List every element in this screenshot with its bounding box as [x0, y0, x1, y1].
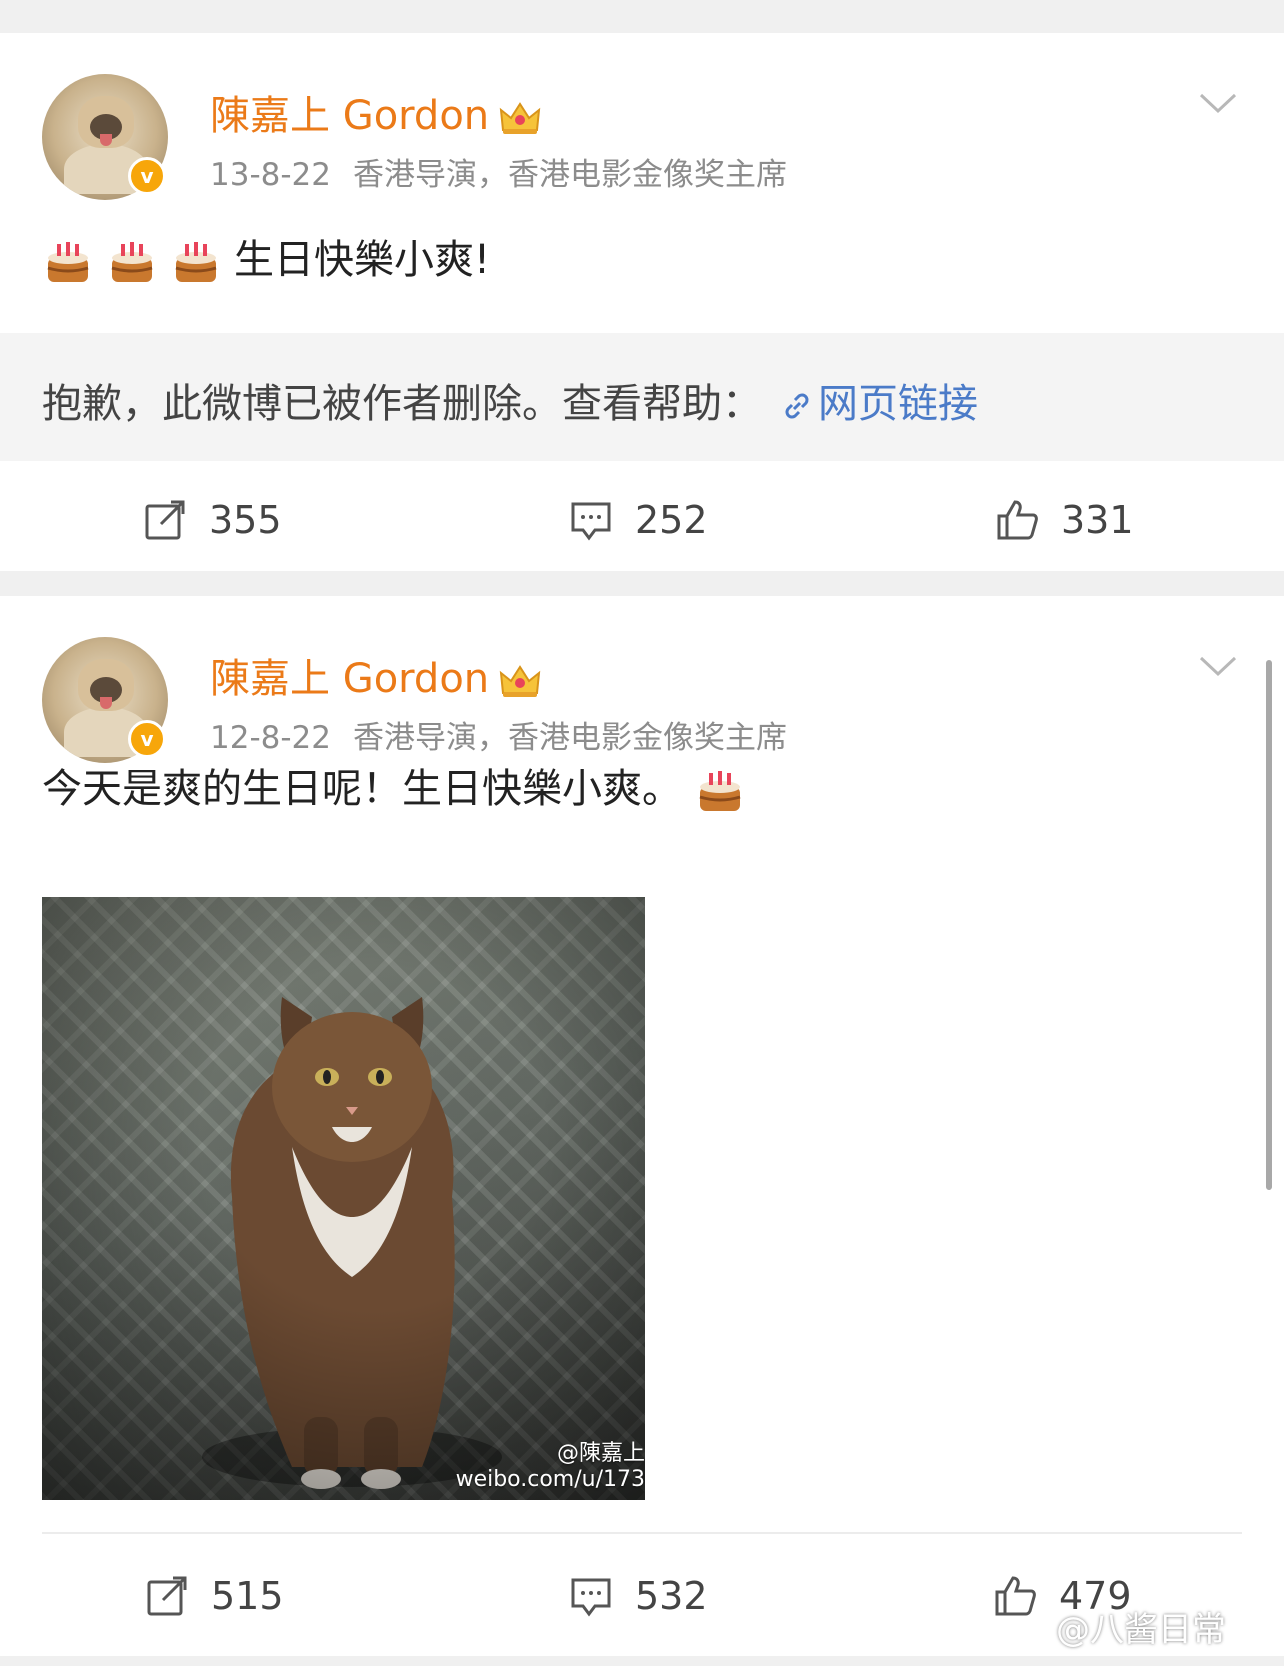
repost-icon: [147, 1576, 187, 1616]
birthday-cake-emoji: [694, 765, 746, 817]
birthday-cake-emoji: [170, 236, 222, 288]
divider: [42, 1532, 1242, 1534]
corner-watermark: @八酱日常: [1056, 1610, 1226, 1650]
user-description: 香港导演，香港电影金像奖主席: [353, 157, 787, 193]
crown-icon: [499, 663, 541, 699]
weibo-feed: v 陳嘉上 Gordon 13-8-22 香港导演，香港电影金像奖主席 生日快樂小…: [0, 0, 1284, 1666]
comment-button[interactable]: 532: [569, 1546, 708, 1646]
feed-card[interactable]: v 陳嘉上 Gordon 13-8-22 香港导演，香港电影金像奖主席 生日快樂小…: [0, 33, 1284, 571]
post-meta: 12-8-22 香港导演，香港电影金像奖主席: [210, 712, 787, 757]
thumbs-up-icon: [997, 500, 1038, 540]
link-icon: [785, 393, 809, 419]
post-text: 生日快樂小爽!: [42, 227, 490, 288]
help-link[interactable]: 网页链接: [780, 381, 978, 427]
repost-button[interactable]: 515: [145, 1546, 284, 1646]
comment-icon: [571, 502, 611, 541]
verified-v-icon: v: [128, 157, 166, 195]
thumbs-up-icon: [995, 1576, 1036, 1616]
birthday-cake-emoji: [106, 236, 158, 288]
chevron-down-icon[interactable]: [1198, 654, 1238, 678]
post-text: 今天是爽的生日呢！生日快樂小爽。: [42, 756, 758, 817]
username[interactable]: 陳嘉上 Gordon: [210, 646, 541, 704]
scrollbar[interactable]: [1266, 660, 1272, 1190]
comment-button[interactable]: 252: [569, 470, 708, 570]
chevron-down-icon[interactable]: [1198, 91, 1238, 115]
feed-card[interactable]: v 陳嘉上 Gordon 12-8-22 香港导演，香港电影金像奖主席 今天是爽的…: [0, 596, 1284, 1656]
image-watermark: @陳嘉上 weibo.com/u/173: [455, 1441, 645, 1492]
username[interactable]: 陳嘉上 Gordon: [210, 83, 541, 141]
comment-icon: [571, 1578, 611, 1617]
post-time: 12-8-22: [210, 720, 331, 756]
action-bar: 355 252 331: [0, 470, 1284, 570]
verified-v-icon: v: [128, 720, 166, 758]
birthday-cake-emoji: [42, 236, 94, 288]
like-button[interactable]: 331: [995, 470, 1134, 570]
repost-button[interactable]: 355: [143, 470, 282, 570]
crown-icon: [499, 100, 541, 136]
user-description: 香港导演，香港电影金像奖主席: [353, 720, 787, 756]
deleted-repost-box: 抱歉，此微博已被作者删除。查看帮助： 网页链接: [0, 333, 1284, 461]
post-image[interactable]: @陳嘉上 weibo.com/u/173: [42, 897, 645, 1500]
deleted-notice: 抱歉，此微博已被作者删除。查看帮助：: [42, 381, 762, 427]
post-meta: 13-8-22 香港导演，香港电影金像奖主席: [210, 149, 787, 194]
repost-icon: [145, 500, 185, 540]
post-time: 13-8-22: [210, 157, 331, 193]
